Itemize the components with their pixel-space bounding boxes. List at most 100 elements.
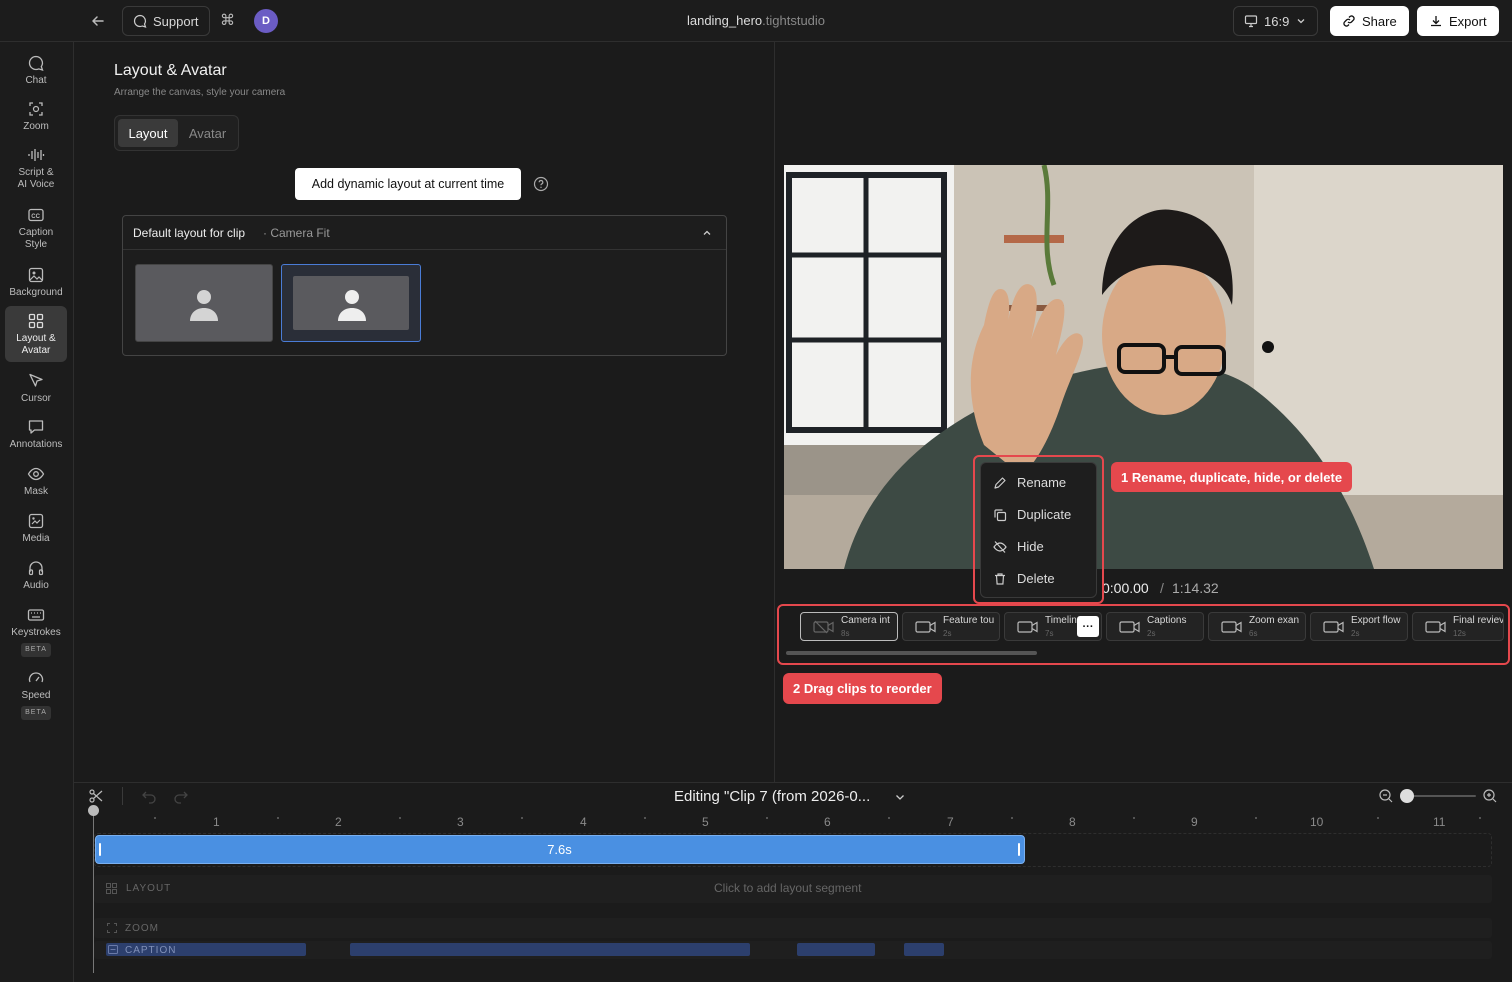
zoom-slider-thumb[interactable] (1400, 789, 1414, 803)
ruler-dot (1377, 817, 1379, 819)
chevron-down-icon[interactable] (893, 790, 907, 804)
sidebar-item-media[interactable]: Media (5, 506, 67, 550)
headphones-icon (27, 559, 45, 577)
support-button[interactable]: Support (122, 6, 210, 36)
redo-icon[interactable] (173, 788, 189, 804)
clip-strip-scrollbar[interactable] (786, 651, 1037, 655)
clip-card[interactable]: Final reviev 12s (1412, 612, 1504, 641)
waveform-icon (27, 146, 45, 164)
sidebar-item-speed[interactable]: Speed BETA (5, 663, 67, 721)
menu-item-duplicate[interactable]: Duplicate (993, 507, 1071, 522)
video-preview[interactable] (784, 165, 1503, 569)
zoom-slider[interactable] (1404, 795, 1476, 797)
sidebar-item-label: Zoom (23, 121, 49, 132)
sidebar-item-cursor[interactable]: Cursor (5, 366, 67, 410)
sidebar-item-audio[interactable]: Audio (5, 553, 67, 597)
sidebar-item-label: Mask (24, 486, 48, 497)
caption-segment[interactable] (904, 943, 944, 956)
download-icon (1429, 14, 1443, 28)
sidebar-item-zoom[interactable]: Zoom (5, 94, 67, 138)
menu-item-delete[interactable]: Delete (993, 571, 1055, 586)
pencil-icon (993, 476, 1007, 490)
more-options-icon[interactable]: ··· (1077, 616, 1099, 637)
cc-icon (108, 945, 118, 954)
sidebar-item-script[interactable]: Script & AI Voice (5, 140, 67, 194)
sidebar-item-caption-style[interactable]: CC Caption Style (5, 200, 67, 254)
share-button[interactable]: Share (1330, 6, 1409, 36)
menu-item-hide[interactable]: Hide (993, 539, 1044, 554)
top-bar: Support ⌘ D landing_hero.tightstudio 16:… (0, 0, 1512, 42)
clip-duration-label: 7.6s (547, 842, 572, 857)
clip-duration: 6s (1249, 629, 1258, 638)
layout-track[interactable]: LAYOUT Click to add layout segment (94, 875, 1492, 903)
sidebar-item-label: Audio (23, 580, 49, 591)
caption-segment[interactable] (797, 943, 875, 956)
aspect-ratio-value: 16:9 (1264, 13, 1290, 29)
grid-icon (106, 883, 117, 894)
sidebar-item-annotations[interactable]: Annotations (5, 412, 67, 456)
chevron-down-icon (1295, 15, 1307, 27)
camera-off-icon (813, 620, 835, 634)
default-layout-card: Default layout for clip · Camera Fit (122, 215, 727, 356)
menu-item-rename[interactable]: Rename (993, 475, 1066, 490)
eye-off-icon (993, 540, 1007, 554)
avatar[interactable]: D (254, 9, 278, 33)
clip-duration: 12s (1453, 629, 1466, 638)
clip-card[interactable]: Captions 2s (1106, 612, 1204, 641)
sidebar-item-keystrokes[interactable]: Keystrokes BETA (5, 600, 67, 658)
clip-card[interactable]: Zoom exan 6s (1208, 612, 1306, 641)
default-layout-label: Default layout for clip (133, 226, 246, 240)
layout-track-hint: Click to add layout segment (714, 881, 862, 895)
clip-card[interactable]: Feature tou 2s (902, 612, 1000, 641)
sidebar-item-background[interactable]: Background (5, 260, 67, 304)
cursor-icon (27, 372, 45, 390)
sidebar-item-mask[interactable]: Mask (5, 459, 67, 503)
timeline-clip[interactable]: 7.6s (95, 835, 1025, 864)
tab-layout[interactable]: Layout (118, 119, 178, 147)
person-icon (334, 287, 370, 323)
playhead-handle[interactable] (88, 805, 99, 816)
video-camera-icon (1221, 620, 1243, 634)
chevron-up-icon[interactable] (701, 227, 713, 239)
clip-duration: 2s (1147, 629, 1156, 638)
tab-group: Layout Avatar (114, 115, 239, 151)
panel-subtitle: Arrange the canvas, style your camera (114, 87, 286, 98)
ruler-dot (644, 817, 646, 819)
callout-step-1: 1 Rename, duplicate, hide, or delete (1111, 462, 1353, 492)
layout-option-card[interactable] (135, 264, 273, 342)
clip-name: Captions (1147, 615, 1187, 626)
clip-card[interactable]: Export flow 2s (1310, 612, 1408, 641)
video-camera-icon (1425, 620, 1447, 634)
export-button[interactable]: Export (1417, 6, 1499, 36)
default-layout-header[interactable]: Default layout for clip · Camera Fit (123, 216, 726, 250)
undo-icon[interactable] (141, 788, 157, 804)
caption-segment[interactable] (350, 943, 750, 956)
command-icon[interactable]: ⌘ (220, 13, 235, 29)
menu-item-label: Hide (1017, 539, 1044, 554)
trim-handle-right[interactable] (1018, 843, 1020, 856)
clip-card[interactable]: Timelin 7s ··· (1004, 612, 1102, 641)
clip-card[interactable]: Camera int 8s (800, 612, 898, 641)
ruler-tick: 2 (335, 815, 342, 829)
zoom-track[interactable]: ZOOM (94, 918, 1492, 938)
layout-option-card[interactable] (281, 264, 421, 342)
back-arrow-icon[interactable] (90, 13, 106, 29)
aspect-ratio-dropdown[interactable]: 16:9 (1233, 6, 1319, 36)
clip-duration: 2s (1351, 629, 1360, 638)
help-icon[interactable] (533, 176, 549, 192)
ruler-tick: 10 (1310, 815, 1324, 829)
zoom-out-icon[interactable] (1378, 788, 1394, 804)
video-camera-icon (915, 620, 937, 634)
sidebar-item-chat[interactable]: Chat (5, 48, 67, 92)
zoom-in-icon[interactable] (1482, 788, 1498, 804)
scissors-icon[interactable] (88, 788, 104, 804)
ruler-dot (154, 817, 156, 819)
tab-avatar[interactable]: Avatar (180, 119, 235, 147)
editing-clip-title[interactable]: Editing "Clip 7 (from 2026-0... (674, 788, 870, 805)
menu-item-label: Rename (1017, 475, 1067, 490)
timeline: Editing "Clip 7 (from 2026-0... 1 2 3 4 … (74, 782, 1512, 982)
add-dynamic-layout-button[interactable]: Add dynamic layout at current time (295, 168, 521, 200)
clip-duration: 7s (1045, 629, 1054, 638)
sidebar-item-layout-avatar[interactable]: Layout & Avatar (5, 306, 67, 362)
clip-name: Final reviev (1453, 615, 1503, 626)
